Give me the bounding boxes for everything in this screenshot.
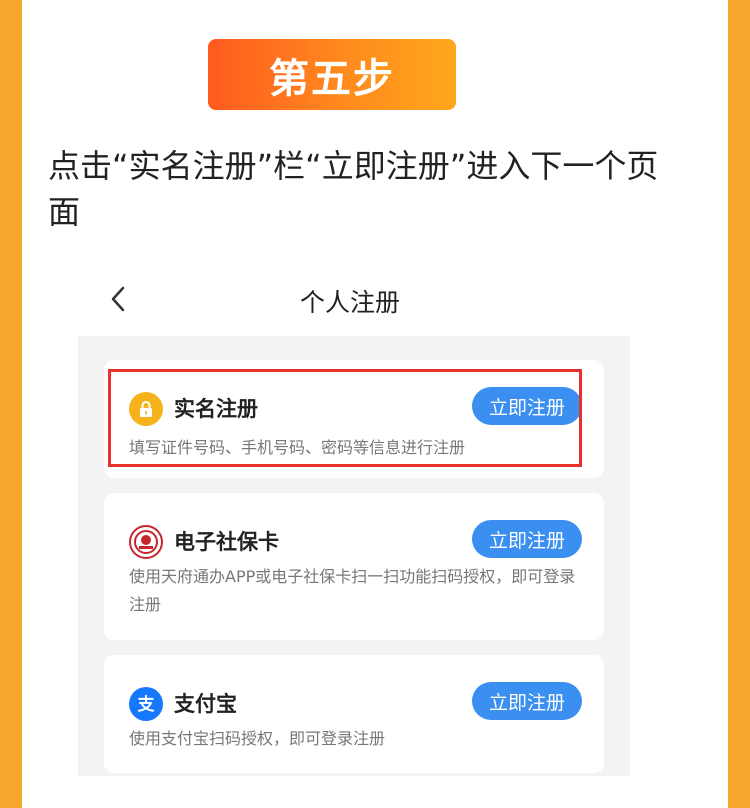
card-alipay: 支 支付宝 立即注册 使用支付宝扫码授权，即可登录注册 (104, 655, 604, 773)
card-title: 电子社保卡 (174, 530, 279, 554)
instruction-text: 点击“实名注册”栏“立即注册”进入下一个页面 (48, 147, 659, 231)
card-e-social-security: 电子社保卡 立即注册 使用天府通办APP或电子社保卡扫一扫功能扫码授权，即可登录… (104, 493, 604, 640)
card-description: 使用支付宝扫码授权，即可登录注册 (129, 729, 386, 748)
svg-text:支: 支 (138, 694, 156, 715)
step-badge: 第五步 (208, 39, 456, 110)
alipay-icon: 支 (129, 687, 163, 721)
card-title: 支付宝 (174, 692, 237, 716)
card-description: 使用天府通办APP或电子社保卡扫一扫功能扫码授权，即可登录注册 (129, 567, 576, 614)
register-now-button[interactable]: 立即注册 (472, 682, 582, 720)
page-title: 个人注册 (299, 288, 400, 317)
register-now-button[interactable]: 立即注册 (472, 520, 582, 558)
chevron-left-icon (111, 286, 125, 312)
highlight-box (108, 369, 582, 467)
back-button[interactable] (105, 286, 131, 312)
social-security-card-icon (129, 525, 163, 559)
